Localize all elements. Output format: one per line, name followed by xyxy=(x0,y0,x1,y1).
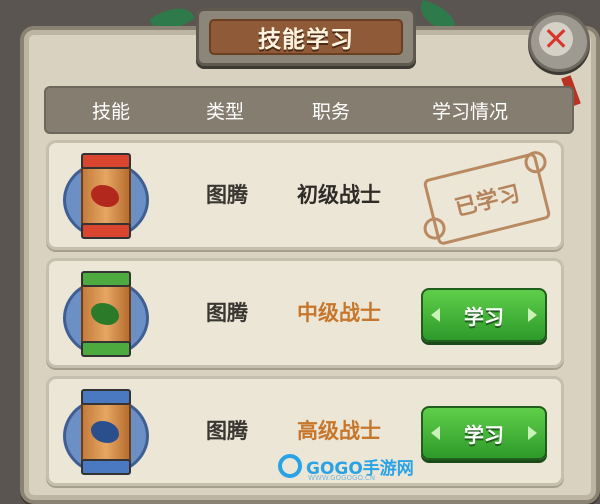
watermark-logo-icon xyxy=(278,454,302,478)
skill-type: 图腾 xyxy=(206,419,248,443)
learned-stamp-label: 已学习 xyxy=(452,181,523,222)
header-type: 类型 xyxy=(206,101,245,123)
blue-totem-icon xyxy=(59,385,149,477)
dialog-title: 技能学习 xyxy=(209,19,403,55)
table-row: 图腾 初级战士 已学习 xyxy=(46,140,564,250)
close-button[interactable]: ✕ xyxy=(528,12,590,72)
learn-button[interactable]: 学习 xyxy=(421,288,547,342)
header-skill: 技能 xyxy=(92,101,131,123)
header-status: 学习情况 xyxy=(432,101,509,123)
skill-type: 图腾 xyxy=(206,183,248,207)
close-icon: ✕ xyxy=(539,22,573,56)
header-job: 职务 xyxy=(312,101,351,123)
skill-job: 初级战士 xyxy=(297,183,381,207)
skill-type: 图腾 xyxy=(206,301,248,325)
green-totem-icon xyxy=(59,267,149,359)
watermark-sub: WWW.GOGOGO.CN xyxy=(308,474,376,482)
site-watermark: GOGO手游网 WWW.GOGOGO.CN xyxy=(278,452,414,482)
learned-stamp: 已学习 xyxy=(421,148,552,247)
table-header: 技能 类型 职务 学习情况 xyxy=(44,86,574,134)
skill-job: 高级战士 xyxy=(297,419,381,443)
table-row: 图腾 中级战士 学习 xyxy=(46,258,564,368)
learn-button[interactable]: 学习 xyxy=(421,406,547,460)
red-totem-icon xyxy=(59,149,149,241)
skill-job: 中级战士 xyxy=(297,301,381,325)
title-plate: 技能学习 xyxy=(196,8,416,66)
